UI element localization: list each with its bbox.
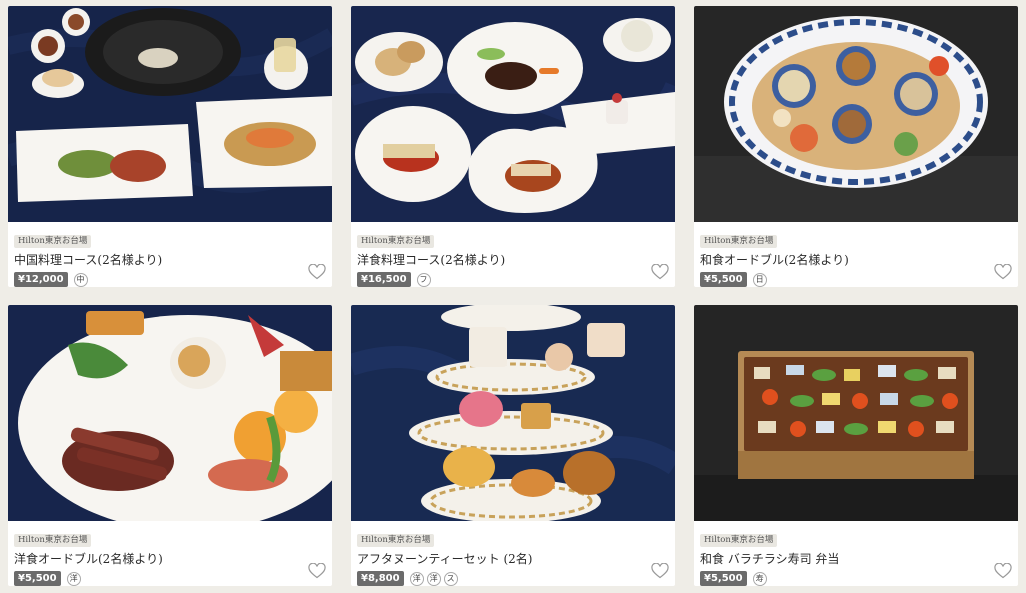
store-badge: Hilton東京お台場 <box>357 534 435 547</box>
heart-icon[interactable] <box>308 264 326 280</box>
product-title[interactable]: 洋食料理コース(2名様より) <box>357 252 669 268</box>
price-badge: ¥5,500 <box>700 272 747 287</box>
price-badge: ¥16,500 <box>357 272 411 287</box>
product-grid: Hilton東京お台場 中国料理コース(2名様より) ¥12,000 中 Hil… <box>8 6 1020 586</box>
product-card[interactable]: Hilton東京お台場 アフタヌーンティーセット (2名) ¥8,800 洋 洋… <box>351 305 675 586</box>
heart-icon[interactable] <box>651 264 669 280</box>
price-badge: ¥5,500 <box>14 571 61 586</box>
cuisine-tag: フ <box>416 272 431 287</box>
store-badge: Hilton東京お台場 <box>357 235 435 248</box>
cuisine-tag: 洋 <box>66 571 81 586</box>
product-title[interactable]: 中国料理コース(2名様より) <box>14 252 326 268</box>
product-card[interactable]: Hilton東京お台場 中国料理コース(2名様より) ¥12,000 中 <box>8 6 332 287</box>
chirashi-bento-photo[interactable] <box>694 305 1018 521</box>
product-card[interactable]: Hilton東京お台場 洋食オードブル(2名様より) ¥5,500 洋 <box>8 305 332 586</box>
price-badge: ¥5,500 <box>700 571 747 586</box>
product-card[interactable]: Hilton東京お台場 和食 バラチラシ寿司 弁当 ¥5,500 寿 <box>694 305 1018 586</box>
store-badge: Hilton東京お台場 <box>14 235 92 248</box>
store-badge: Hilton東京お台場 <box>700 534 778 547</box>
cuisine-tag: ス <box>443 571 458 586</box>
cuisine-tag: 寿 <box>752 571 767 586</box>
afternoon-tea-photo[interactable] <box>351 305 675 521</box>
price-badge: ¥12,000 <box>14 272 68 287</box>
product-title[interactable]: 和食オードブル(2名様より) <box>700 252 1012 268</box>
store-badge: Hilton東京お台場 <box>700 235 778 248</box>
western-hors-doeuvre-photo[interactable] <box>8 305 332 521</box>
japanese-hors-doeuvre-photo[interactable] <box>694 6 1018 222</box>
product-card[interactable]: Hilton東京お台場 洋食料理コース(2名様より) ¥16,500 フ <box>351 6 675 287</box>
product-card[interactable]: Hilton東京お台場 和食オードブル(2名様より) ¥5,500 日 <box>694 6 1018 287</box>
cuisine-tag: 日 <box>752 272 767 287</box>
cuisine-tag: 中 <box>73 272 88 287</box>
cuisine-tag: 洋 <box>426 571 441 586</box>
store-badge: Hilton東京お台場 <box>14 534 92 547</box>
heart-icon[interactable] <box>994 264 1012 280</box>
product-title[interactable]: 洋食オードブル(2名様より) <box>14 551 326 567</box>
product-title[interactable]: アフタヌーンティーセット (2名) <box>357 551 669 567</box>
western-course-photo[interactable] <box>351 6 675 222</box>
product-title[interactable]: 和食 バラチラシ寿司 弁当 <box>700 551 1012 567</box>
price-badge: ¥8,800 <box>357 571 404 586</box>
chinese-course-photo[interactable] <box>8 6 332 222</box>
heart-icon[interactable] <box>651 563 669 579</box>
cuisine-tag: 洋 <box>409 571 424 586</box>
heart-icon[interactable] <box>308 563 326 579</box>
heart-icon[interactable] <box>994 563 1012 579</box>
